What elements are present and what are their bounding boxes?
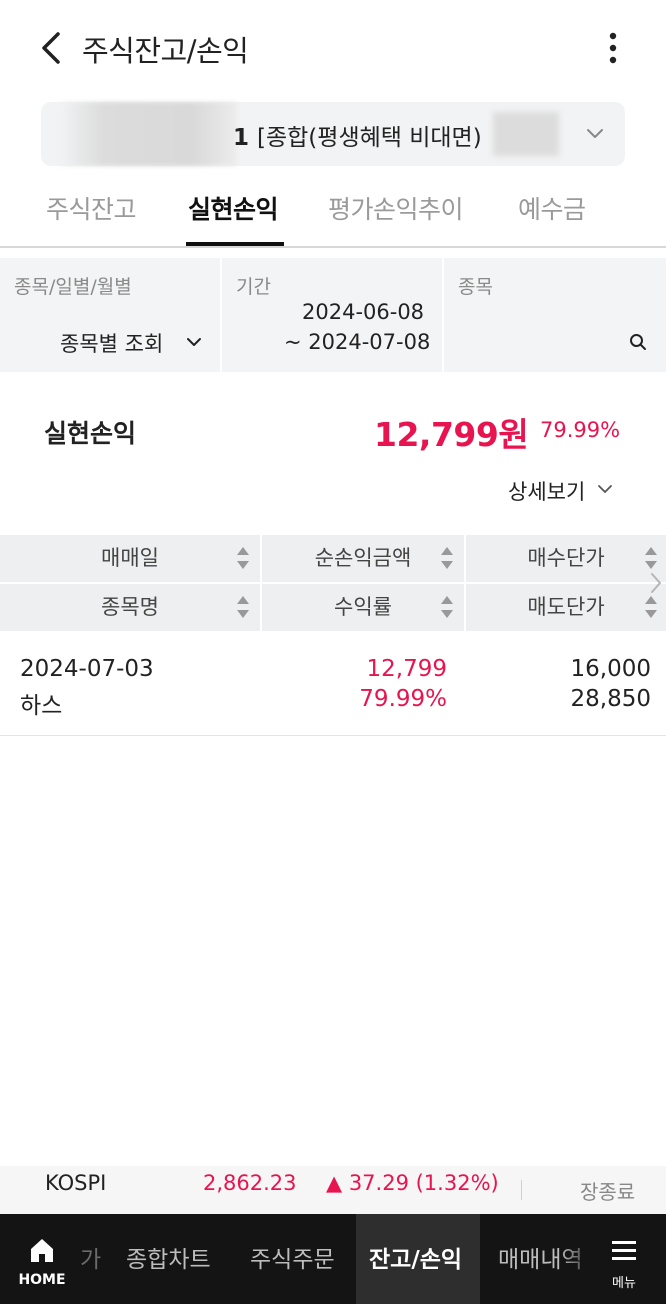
ticker-change: ▲ 37.29 (1.32%): [326, 1171, 499, 1195]
filter-stock[interactable]: 종목: [444, 258, 666, 372]
nav-home-label: HOME: [18, 1272, 66, 1288]
sort-icon[interactable]: [644, 545, 658, 571]
header-net-profit[interactable]: 순손익금액: [262, 535, 464, 581]
market-status: 장종료: [580, 1180, 636, 1204]
bottom-nav: HOME 가 종합차트 주식주문 잔고/손익 매매내역 메뉴: [0, 1214, 666, 1304]
sort-icon[interactable]: [236, 594, 250, 620]
hamburger-menu-icon: [612, 1241, 636, 1260]
header-stock-name[interactable]: 종목명: [0, 584, 260, 630]
header-trade-date[interactable]: 매매일: [0, 535, 260, 581]
market-ticker[interactable]: KOSPI 2,862.23 ▲ 37.29 (1.32%) 장종료: [0, 1166, 666, 1214]
scroll-fade: [560, 1214, 596, 1304]
tab-stock-balance[interactable]: 주식잔고: [46, 190, 137, 226]
nav-home[interactable]: HOME: [16, 1234, 68, 1290]
more-vertical-icon[interactable]: [596, 26, 630, 70]
sort-icon[interactable]: [440, 545, 454, 571]
masked-account-owner: [493, 112, 559, 156]
period-start: 2024-06-08: [302, 300, 425, 324]
filter-mode-label: 종목/일별/월별: [14, 276, 132, 298]
nav-menu-label: 메뉴: [612, 1276, 636, 1291]
sort-icon[interactable]: [440, 594, 454, 620]
nav-item-partial[interactable]: 가: [80, 1240, 101, 1274]
divider: [0, 582, 666, 584]
search-icon[interactable]: [628, 332, 648, 352]
page-title: 주식잔고/손익: [82, 34, 249, 68]
account-number-suffix: 1: [233, 125, 250, 151]
ticker-index-value: 2,862.23: [203, 1171, 297, 1195]
tab-realized-pnl[interactable]: 실현손익: [188, 190, 279, 226]
filter-mode-value: 종목별 조회: [60, 332, 164, 356]
tab-bar: 주식잔고 실현손익 평가손익추이 예수금: [0, 176, 666, 248]
chevron-down-icon: [598, 485, 612, 493]
home-icon: [31, 1239, 53, 1262]
stock-name: 하스: [20, 693, 63, 719]
table-header: 매매일 순손익금액 매수단가 종목명 수익률 매도단가: [0, 535, 666, 631]
return-rate: 79.99%: [359, 686, 447, 712]
filter-stock-label: 종목: [458, 276, 493, 298]
buy-price: 16,000: [570, 656, 651, 682]
tab-valuation-trend[interactable]: 평가손익추이: [328, 190, 464, 226]
nav-menu[interactable]: 메뉴: [604, 1236, 644, 1292]
masked-account-number: [59, 102, 237, 166]
active-tab-indicator: [186, 242, 284, 246]
header-buy-price[interactable]: 매수단가: [466, 535, 666, 581]
chevron-down-icon: [587, 129, 603, 138]
realized-pnl-amount: 12,799원: [374, 415, 529, 454]
account-label: 1 [종합(평생혜택 비대면): [233, 118, 482, 152]
period-end: ~ 2024-07-08: [284, 330, 431, 354]
sort-icon[interactable]: [236, 545, 250, 571]
account-type: [종합(평생혜택 비대면): [257, 125, 482, 151]
ticker-index-name: KOSPI: [45, 1171, 107, 1195]
chevron-down-icon: [187, 338, 201, 346]
chevron-right-icon[interactable]: [648, 570, 664, 596]
trade-date: 2024-07-03: [20, 656, 154, 682]
filter-period[interactable]: 기간 2024-06-08 ~ 2024-07-08: [222, 258, 442, 372]
nav-item-balance[interactable]: 잔고/손익: [369, 1240, 462, 1274]
filter-period-label: 기간: [236, 276, 271, 298]
sell-price: 28,850: [570, 686, 651, 712]
account-selector[interactable]: 1 [종합(평생혜택 비대면): [41, 102, 625, 166]
sort-icon[interactable]: [644, 594, 658, 620]
divider: [521, 1180, 522, 1200]
filter-bar: 종목/일별/월별 종목별 조회 기간 2024-06-08 ~ 2024-07-…: [0, 258, 666, 372]
header: 주식잔고/손익: [0, 0, 666, 96]
table-row[interactable]: 2024-07-03 하스 12,799 79.99% 16,000 28,85…: [0, 632, 666, 736]
realized-pnl-rate: 79.99%: [540, 418, 621, 442]
detail-toggle-button[interactable]: 상세보기: [508, 476, 585, 506]
filter-mode[interactable]: 종목/일별/월별 종목별 조회: [0, 258, 220, 372]
realized-pnl-label: 실현손익: [44, 419, 137, 448]
nav-item-chart[interactable]: 종합차트: [126, 1240, 211, 1274]
net-profit: 12,799: [366, 656, 447, 682]
header-sell-price[interactable]: 매도단가: [466, 584, 666, 630]
nav-item-order[interactable]: 주식주문: [250, 1240, 335, 1274]
header-return-rate[interactable]: 수익률: [262, 584, 464, 630]
chevron-left-icon[interactable]: [34, 26, 74, 70]
tab-deposit[interactable]: 예수금: [518, 190, 586, 226]
